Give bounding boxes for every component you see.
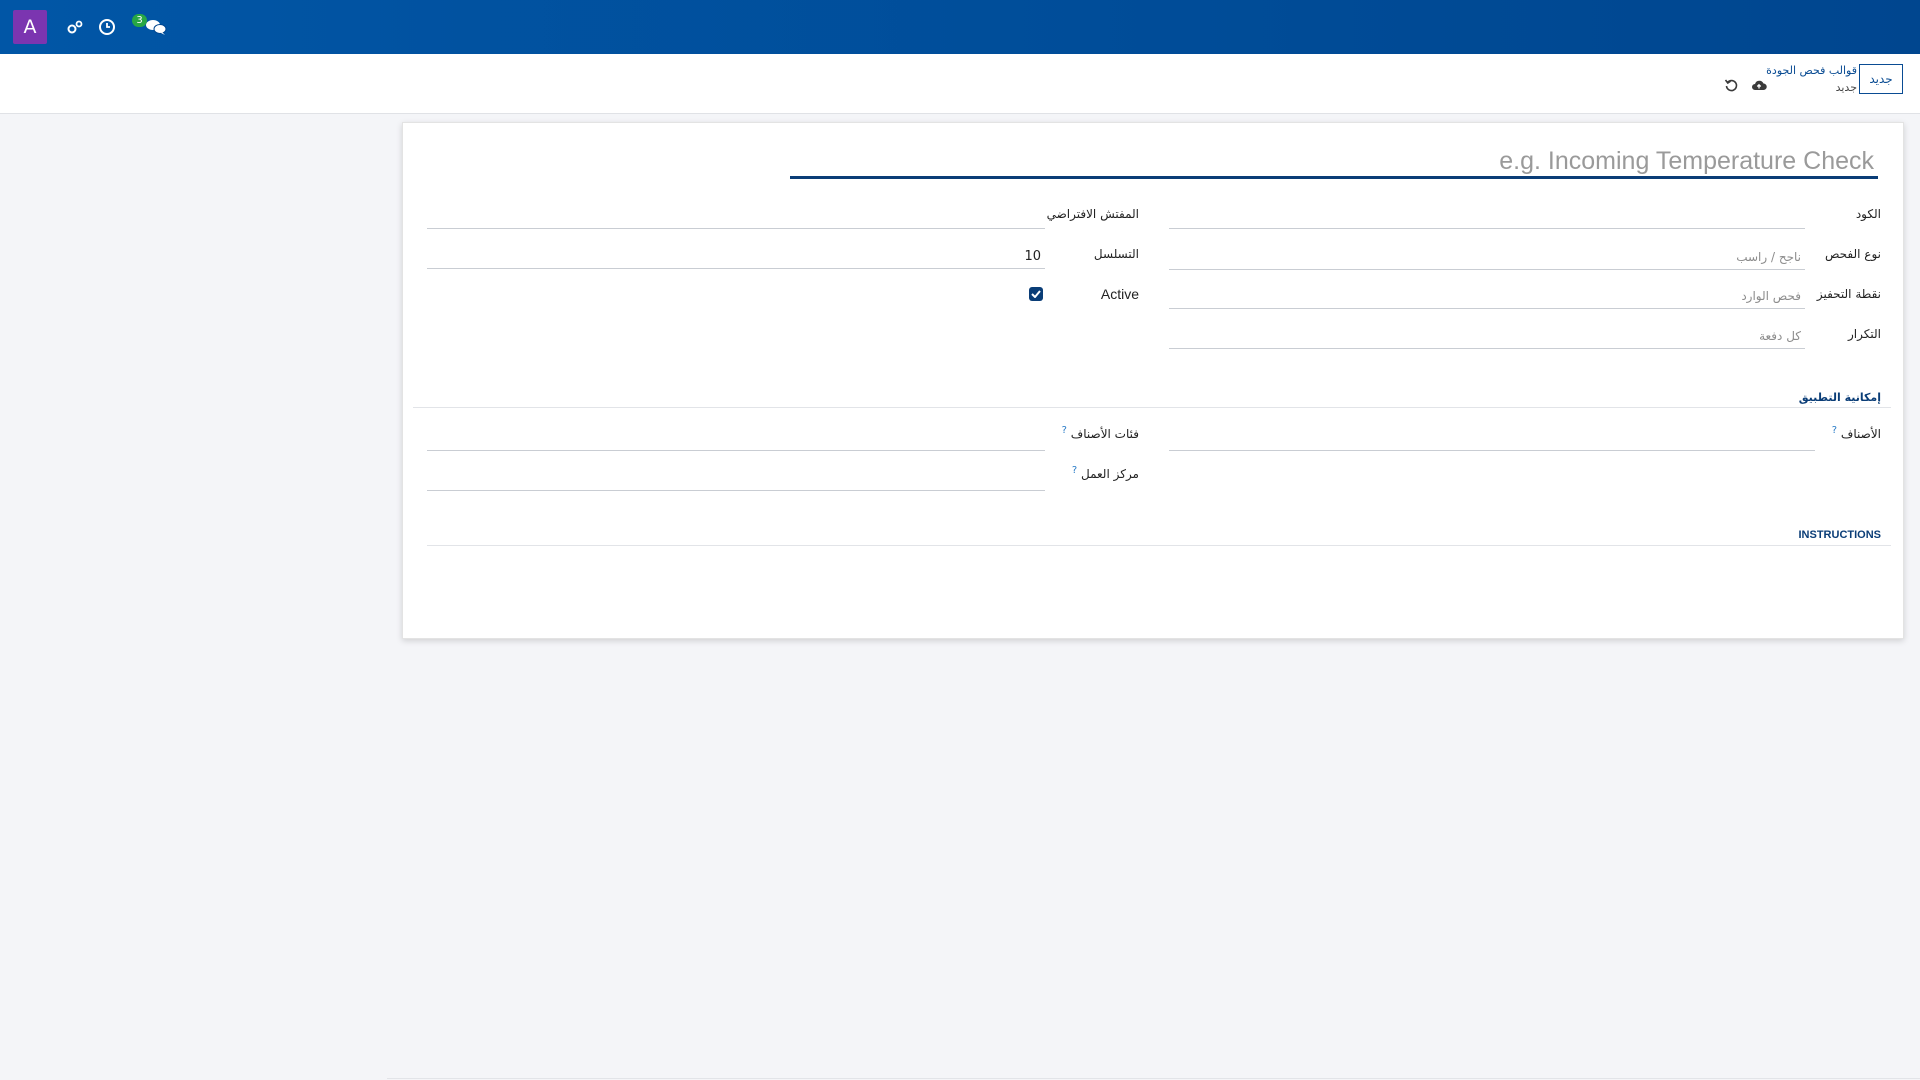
frequency-label: التكرار xyxy=(1848,327,1881,341)
trigger-label: نقطة التحفيز xyxy=(1816,287,1881,301)
control-panel: جديد قوالب فحص الجودة جديد xyxy=(0,54,1920,114)
code-field[interactable] xyxy=(1169,207,1805,229)
default-inspector-field[interactable] xyxy=(427,207,1045,229)
product-categories-help-icon[interactable]: ? xyxy=(1062,425,1067,436)
check-type-field[interactable]: ناجح / راسب xyxy=(1169,248,1805,270)
product-categories-field[interactable] xyxy=(427,429,1045,451)
trigger-field[interactable]: فحص الوارد xyxy=(1169,287,1805,309)
clock-icon[interactable] xyxy=(96,16,118,38)
template-name-input[interactable]: e.g. Incoming Temperature Check xyxy=(790,143,1878,179)
product-categories-label-text: فئات الأصناف xyxy=(1070,427,1139,441)
default-inspector-label: المفتش الافتراضي xyxy=(1046,207,1139,221)
breadcrumb-current: جديد xyxy=(1835,81,1857,94)
bottom-border xyxy=(387,1078,1920,1079)
sequence-label: التسلسل xyxy=(1093,247,1139,261)
applicability-separator xyxy=(413,407,1891,408)
user-avatar[interactable]: A xyxy=(13,10,47,44)
top-navbar: A 3 xyxy=(0,0,1920,54)
product-categories-label: فئات الأصناف ? xyxy=(1062,425,1139,441)
check-type-label: نوع الفحص xyxy=(1824,247,1881,261)
products-label: الأصناف ? xyxy=(1832,425,1881,441)
instructions-separator xyxy=(427,545,1891,546)
frequency-placeholder: كل دفعة xyxy=(1759,329,1801,343)
check-type-placeholder: ناجح / راسب xyxy=(1736,250,1801,264)
workcenter-field[interactable] xyxy=(427,469,1045,491)
active-label: Active xyxy=(1100,286,1139,302)
products-field[interactable] xyxy=(1169,429,1815,451)
save-cloud-icon[interactable] xyxy=(1750,76,1768,94)
check-icon xyxy=(1031,290,1041,298)
discard-icon[interactable] xyxy=(1722,76,1740,94)
instructions-section-title: INSTRUCTIONS xyxy=(1798,529,1882,541)
form-sheet: e.g. Incoming Temperature Check الكود نو… xyxy=(402,122,1904,639)
sequence-field[interactable]: 10 xyxy=(427,247,1045,269)
products-help-icon[interactable]: ? xyxy=(1832,425,1837,436)
instructions-editor[interactable] xyxy=(427,549,1891,619)
breadcrumb-parent[interactable]: قوالب فحص الجودة xyxy=(1766,64,1857,77)
debug-icon[interactable] xyxy=(64,16,86,38)
workcenter-label: مركز العمل ? xyxy=(1072,465,1139,481)
frequency-field[interactable]: كل دفعة xyxy=(1169,327,1805,349)
code-label: الكود xyxy=(1855,207,1881,221)
new-button[interactable]: جديد xyxy=(1859,64,1903,94)
trigger-placeholder: فحص الوارد xyxy=(1741,289,1801,303)
workcenter-help-icon[interactable]: ? xyxy=(1072,465,1077,476)
products-label-text: الأصناف xyxy=(1840,427,1881,441)
active-checkbox[interactable] xyxy=(1029,287,1043,301)
messages-count-badge: 3 xyxy=(132,14,147,27)
workcenter-label-text: مركز العمل xyxy=(1080,467,1139,481)
chat-icon[interactable] xyxy=(145,16,167,38)
applicability-section-title: إمكانية التطبيق xyxy=(1798,391,1881,404)
sequence-value: 10 xyxy=(1024,249,1041,264)
